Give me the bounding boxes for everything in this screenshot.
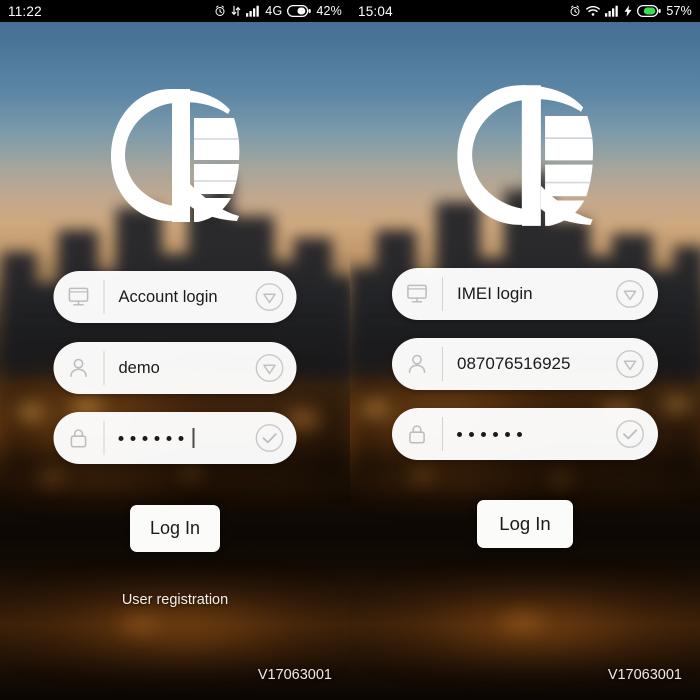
charging-bolt-icon: [624, 5, 632, 17]
person-icon: [54, 342, 104, 394]
alarm-clock-icon: [214, 5, 226, 17]
app-logo: [454, 80, 596, 228]
login-mode-value[interactable]: IMEI login: [443, 284, 602, 304]
status-icons: 4G 42%: [214, 4, 342, 18]
check-circle-icon[interactable]: [243, 412, 297, 464]
imei-value[interactable]: 087076516925: [443, 354, 602, 374]
password-dots: [457, 431, 602, 437]
password-value[interactable]: [105, 428, 243, 448]
field-password[interactable]: [53, 412, 297, 464]
chevron-down-circle-icon[interactable]: [243, 271, 297, 323]
battery-percent: 57%: [666, 4, 692, 18]
battery-percent: 42%: [316, 4, 342, 18]
login-button[interactable]: Log In: [477, 500, 573, 548]
field-login-mode[interactable]: Account login: [53, 271, 297, 323]
chevron-down-circle-icon[interactable]: [602, 268, 658, 320]
login-screen-left: Account login demo Log In User registrat…: [0, 0, 350, 700]
status-bar-right: 15:04 57%: [350, 0, 700, 22]
signal-bars-icon: [246, 5, 260, 17]
app-logo: [108, 84, 242, 224]
wifi-icon: [586, 5, 601, 17]
text-caret: [192, 428, 194, 448]
status-time: 15:04: [358, 3, 393, 19]
field-password[interactable]: [392, 408, 658, 460]
lock-icon: [392, 408, 442, 460]
chevron-down-circle-icon[interactable]: [243, 342, 297, 394]
phone-left: 11:22 4G 42% Account login demo Log In U…: [0, 0, 350, 700]
battery-icon: [637, 5, 662, 17]
login-screen-right: IMEI login 087076516925 Log In V17063001: [350, 0, 700, 700]
monitor-icon: [392, 268, 442, 320]
dual-phone-screenshot: 11:22 4G 42% Account login demo Log In U…: [0, 0, 700, 700]
data-transfer-icon: [231, 5, 241, 17]
password-value[interactable]: [443, 431, 602, 437]
signal-bars-icon: [605, 5, 619, 17]
check-circle-icon[interactable]: [602, 408, 658, 460]
field-imei[interactable]: 087076516925: [392, 338, 658, 390]
status-bar-left: 11:22 4G 42%: [0, 0, 350, 22]
login-button[interactable]: Log In: [130, 505, 220, 552]
login-mode-value[interactable]: Account login: [105, 288, 243, 307]
field-login-mode[interactable]: IMEI login: [392, 268, 658, 320]
username-value[interactable]: demo: [105, 359, 243, 378]
alarm-clock-icon: [569, 5, 581, 17]
version-label: V17063001: [607, 667, 682, 683]
field-username[interactable]: demo: [53, 342, 297, 394]
person-icon: [392, 338, 442, 390]
phone-right: 15:04 57% IMEI login 087076516925 Log In…: [350, 0, 700, 700]
user-registration-link[interactable]: User registration: [122, 592, 228, 608]
lock-icon: [54, 412, 104, 464]
network-type-label: 4G: [265, 4, 283, 18]
status-time: 11:22: [8, 3, 42, 19]
password-dots: [118, 428, 243, 448]
chevron-down-circle-icon[interactable]: [602, 338, 658, 390]
version-label: V17063001: [257, 667, 332, 683]
battery-icon: [287, 5, 312, 17]
status-icons: 57%: [569, 4, 692, 18]
monitor-icon: [54, 271, 104, 323]
